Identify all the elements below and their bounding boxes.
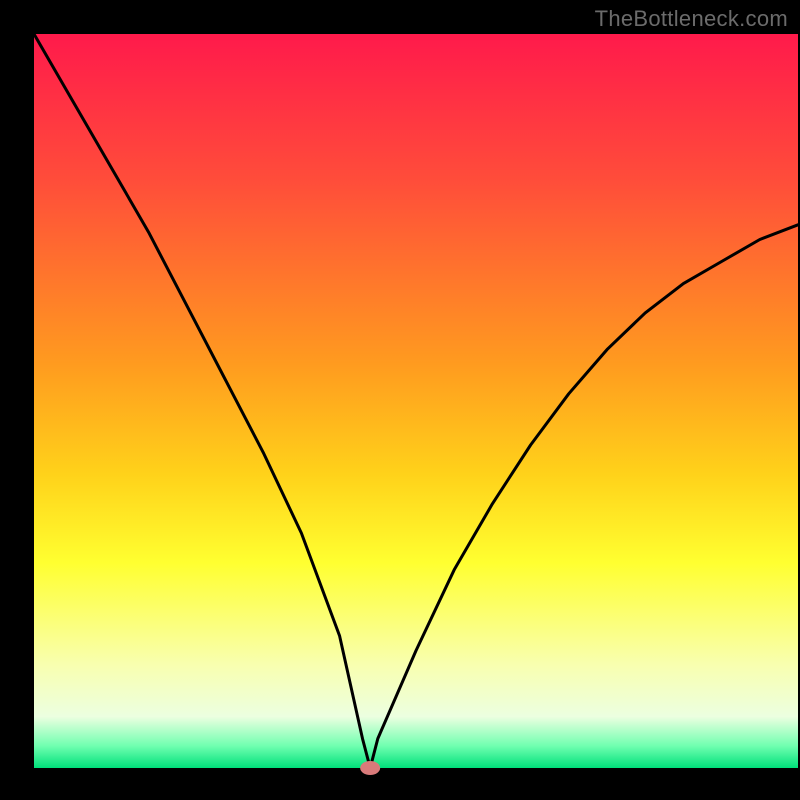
chart-frame: TheBottleneck.com [0, 0, 800, 800]
watermark-text: TheBottleneck.com [595, 6, 788, 32]
optimal-marker [360, 761, 380, 775]
bottleneck-chart [0, 0, 800, 800]
plot-background [34, 34, 798, 768]
